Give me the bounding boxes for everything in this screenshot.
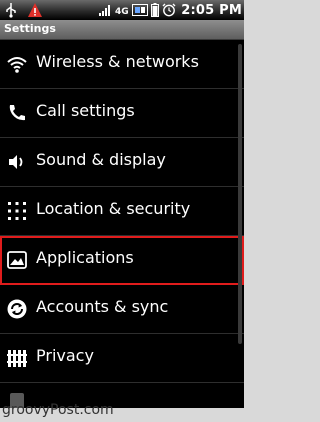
svg-text:4G: 4G [115,7,129,17]
scrollbar[interactable] [238,44,242,344]
settings-item-label: Wireless & networks [36,52,199,71]
location-grid-icon [8,202,26,220]
settings-item-sound-display[interactable]: Sound & display [0,138,244,187]
alarm-icon [162,3,176,17]
settings-item-label: Sound & display [36,150,166,169]
battery-icon [151,3,160,17]
settings-item-accounts-sync[interactable]: Accounts & sync [0,285,244,334]
title-bar: Settings [0,20,244,40]
page-title: Settings [4,22,56,35]
settings-item-label: Accounts & sync [36,297,169,316]
settings-item-label: Applications [36,248,134,267]
settings-item-privacy[interactable]: Privacy [0,334,244,383]
settings-item-applications[interactable]: Applications [0,236,244,285]
settings-list: Wireless & networks Call settings Sound … [0,40,244,408]
privacy-icon [7,350,27,367]
wifi-icon [7,57,27,73]
sync-icon [132,4,149,16]
settings-item-label: Location & security [36,199,191,218]
settings-item-call-settings[interactable]: Call settings [0,89,244,138]
settings-item-label: Call settings [36,101,135,120]
sync-icon [7,299,27,319]
settings-item-location-security[interactable]: Location & security [0,187,244,236]
signal-icon [99,5,111,16]
watermark: groovyPost.com [2,402,114,418]
network-4g-icon: 4G [115,7,129,17]
warning-icon [28,3,42,17]
phone-screen: 4G 2:05 PM Settings Wireless & networks … [0,0,244,408]
settings-item-label: Privacy [36,346,94,365]
status-bar: 4G 2:05 PM [0,0,244,20]
settings-item-wireless-networks[interactable]: Wireless & networks [0,40,244,89]
phone-icon [9,105,25,121]
speaker-icon [9,155,23,169]
clock-time: 2:05 PM [181,2,242,18]
usb-icon [6,3,16,18]
applications-icon [7,251,27,269]
